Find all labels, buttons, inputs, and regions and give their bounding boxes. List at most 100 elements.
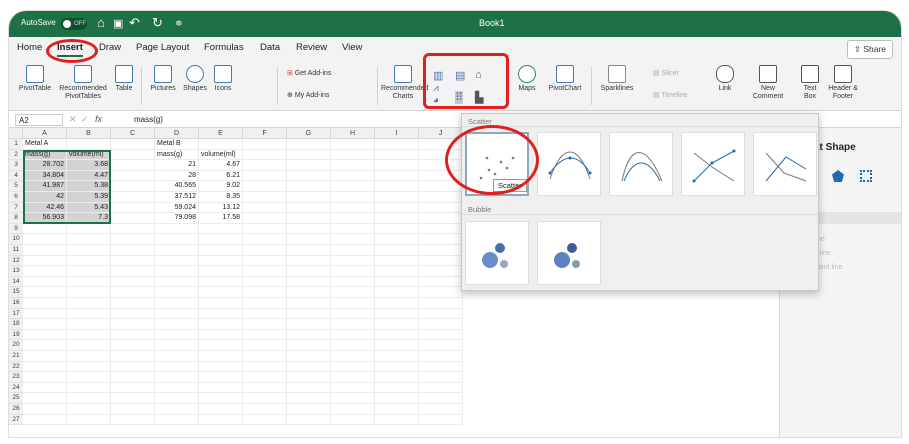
column-chart-icon[interactable]: ▥ [433, 69, 443, 82]
cell[interactable] [331, 255, 375, 267]
cell[interactable] [243, 213, 287, 224]
cell[interactable] [111, 149, 155, 161]
get-addins-button[interactable]: ⊞ Get Add-ins [287, 69, 331, 77]
column-header-b[interactable]: B [67, 128, 111, 139]
cell[interactable] [67, 404, 111, 415]
cell[interactable] [287, 160, 331, 171]
cell[interactable] [199, 298, 243, 309]
cell[interactable] [419, 361, 463, 373]
recommended-pivottables-button[interactable]: Recommended PivotTables [55, 65, 111, 101]
cell[interactable] [155, 255, 199, 267]
cell[interactable] [419, 266, 463, 277]
cell[interactable]: 56.903 [23, 213, 67, 224]
cell[interactable] [419, 372, 463, 383]
row-header[interactable]: 2 [9, 149, 23, 161]
cell[interactable] [375, 372, 419, 383]
row-header[interactable]: 17 [9, 308, 23, 320]
column-header-d[interactable]: D [155, 128, 199, 139]
cell[interactable] [155, 361, 199, 373]
cell[interactable] [67, 255, 111, 267]
cell[interactable] [331, 287, 375, 298]
cell[interactable] [23, 414, 67, 426]
cell[interactable] [243, 298, 287, 309]
cell[interactable] [111, 202, 155, 214]
cell[interactable] [287, 393, 331, 404]
cell[interactable] [243, 234, 287, 245]
row-header[interactable]: 15 [9, 287, 23, 298]
cell[interactable] [331, 223, 375, 235]
function-icon[interactable]: fx [95, 114, 102, 124]
maps-button[interactable]: Maps [513, 65, 541, 93]
row-header[interactable]: 10 [9, 234, 23, 245]
link-button[interactable]: Link [713, 65, 737, 93]
cell[interactable] [111, 361, 155, 373]
cell[interactable] [287, 276, 331, 288]
scatter-straight-lines-option[interactable] [753, 132, 817, 196]
icons-button[interactable]: Icons [211, 65, 235, 93]
cell[interactable] [155, 414, 199, 426]
cell[interactable] [331, 308, 375, 320]
text-box-button[interactable]: Text Box [799, 65, 821, 101]
cell[interactable] [155, 351, 199, 362]
cell[interactable] [287, 192, 331, 203]
cell[interactable] [375, 213, 419, 224]
cell[interactable] [67, 372, 111, 383]
cell[interactable] [155, 298, 199, 309]
cell[interactable] [287, 361, 331, 373]
cell[interactable]: Metal A [23, 139, 67, 150]
row-header[interactable]: 20 [9, 340, 23, 351]
cell[interactable]: 4.47 [67, 170, 111, 182]
cell[interactable] [67, 340, 111, 351]
cell[interactable] [331, 351, 375, 362]
cell[interactable] [155, 382, 199, 394]
row-header[interactable]: 25 [9, 393, 23, 404]
cell[interactable] [243, 192, 287, 203]
pivottable-button[interactable]: PivotTable [15, 65, 55, 93]
cell[interactable] [23, 255, 67, 267]
cell[interactable] [67, 223, 111, 235]
cell[interactable] [155, 308, 199, 320]
cell[interactable] [243, 319, 287, 330]
hierarchy-chart-icon[interactable]: ▤ [455, 69, 465, 82]
cell[interactable] [419, 234, 463, 245]
cell[interactable] [287, 234, 331, 245]
tab-view[interactable]: View [342, 42, 362, 53]
cell[interactable] [155, 393, 199, 404]
cell[interactable] [243, 266, 287, 277]
cell[interactable] [23, 276, 67, 288]
cell[interactable] [375, 170, 419, 182]
cell[interactable] [155, 329, 199, 341]
cell[interactable] [67, 329, 111, 341]
cell[interactable]: mass(g) [23, 149, 67, 161]
3d-bubble-chart-option[interactable] [537, 221, 601, 285]
cell[interactable] [111, 223, 155, 235]
cell[interactable] [331, 139, 375, 150]
column-header-g[interactable]: G [287, 128, 331, 139]
cell[interactable] [199, 266, 243, 277]
cell[interactable]: Metal B [155, 139, 199, 150]
cell[interactable] [331, 202, 375, 214]
cell[interactable] [419, 202, 463, 214]
size-icon[interactable] [860, 170, 872, 182]
cell[interactable] [287, 340, 331, 351]
cell[interactable] [331, 213, 375, 224]
cell[interactable] [331, 361, 375, 373]
cell[interactable] [331, 404, 375, 415]
cell[interactable] [23, 329, 67, 341]
cell[interactable] [375, 287, 419, 298]
cell[interactable] [67, 393, 111, 404]
cell[interactable] [419, 160, 463, 171]
cell[interactable]: mass(g) [155, 149, 199, 161]
cell[interactable]: volume(ml) [67, 149, 111, 161]
cell[interactable] [23, 223, 67, 235]
cell[interactable] [111, 170, 155, 182]
cell[interactable] [111, 319, 155, 330]
cell[interactable] [243, 329, 287, 341]
cell[interactable] [111, 276, 155, 288]
cell[interactable] [243, 149, 287, 161]
cell[interactable] [23, 340, 67, 351]
cell[interactable]: 41.987 [23, 181, 67, 192]
cell[interactable] [419, 170, 463, 182]
cell[interactable] [375, 382, 419, 394]
cell[interactable] [67, 234, 111, 245]
